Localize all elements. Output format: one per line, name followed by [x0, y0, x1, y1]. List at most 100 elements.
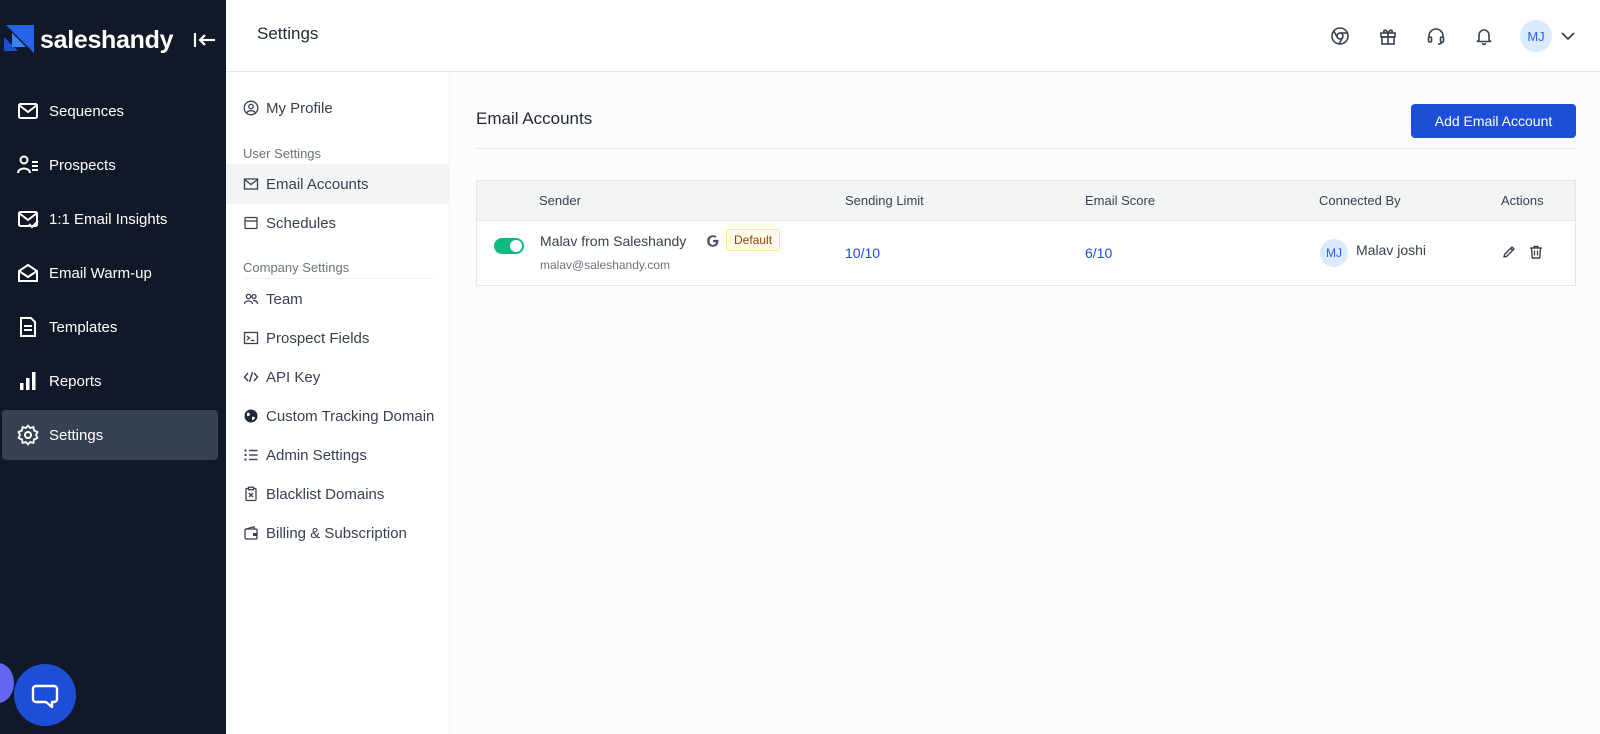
- section-divider: [476, 148, 1576, 149]
- settings-subnav: My Profile User Settings Email Accounts …: [226, 72, 450, 734]
- subnav-schedules[interactable]: Schedules: [226, 203, 450, 243]
- collapse-sidebar-button[interactable]: [192, 28, 218, 52]
- notifications-button[interactable]: [1466, 18, 1502, 54]
- sender-email: malav@saleshandy.com: [540, 258, 671, 272]
- column-header-sender: Sender: [539, 193, 581, 208]
- subnav-label-api-key: API Key: [266, 368, 321, 386]
- team-icon: [243, 293, 259, 305]
- open-envelope-icon: [18, 263, 38, 282]
- nav-label-settings: Settings: [49, 426, 104, 444]
- user-circle-icon: [243, 100, 259, 116]
- gear-icon: [17, 424, 39, 446]
- subnav-billing-subscription[interactable]: Billing & Subscription: [226, 513, 450, 553]
- chrome-extension-button[interactable]: [1322, 18, 1358, 54]
- nav-item-reports[interactable]: Reports: [2, 356, 218, 406]
- subnav-admin-settings[interactable]: Admin Settings: [226, 435, 450, 475]
- subnav-label-custom-tracking-domain: Custom Tracking Domain: [266, 407, 435, 425]
- email-score-value[interactable]: 6/10: [1085, 245, 1112, 261]
- main-sidebar: saleshandy Sequences Prospects 1:1 Email…: [0, 0, 226, 734]
- nav-item-email-warmup[interactable]: Email Warm-up: [2, 248, 218, 298]
- header-actions: MJ: [1310, 18, 1578, 54]
- nav-label-templates: Templates: [49, 318, 118, 336]
- gift-button[interactable]: [1370, 18, 1406, 54]
- subnav-my-profile[interactable]: My Profile: [226, 88, 450, 128]
- subnav-email-accounts[interactable]: Email Accounts: [226, 164, 450, 204]
- account-active-toggle[interactable]: [494, 238, 524, 254]
- nav-label-email-insights: 1:1 Email Insights: [49, 210, 168, 228]
- calendar-icon: [244, 216, 258, 230]
- nav-label-reports: Reports: [49, 372, 102, 390]
- top-header: Settings MJ: [226, 0, 1600, 72]
- bar-chart-icon: [20, 372, 36, 390]
- table-row: Malav from Saleshandy Default malav@sale…: [477, 221, 1575, 285]
- subnav-label-my-profile: My Profile: [266, 99, 333, 117]
- help-chat-button[interactable]: [14, 664, 76, 726]
- mail-icon: [18, 103, 38, 119]
- edit-account-button[interactable]: [1500, 243, 1518, 261]
- nav-item-settings[interactable]: Settings: [2, 410, 218, 460]
- saleshandy-logo-icon: [4, 25, 34, 53]
- subnav-prospect-fields[interactable]: Prospect Fields: [226, 318, 450, 358]
- gift-icon: [1380, 29, 1396, 45]
- user-menu-toggle[interactable]: [1558, 26, 1578, 46]
- subnav-api-key[interactable]: API Key: [226, 357, 450, 397]
- chrome-icon: [1331, 27, 1349, 45]
- trash-icon: [1530, 245, 1542, 259]
- nav-item-email-insights[interactable]: 1:1 Email Insights: [2, 194, 218, 244]
- subnav-label-admin-settings: Admin Settings: [266, 446, 367, 464]
- subnav-blacklist-domains[interactable]: Blacklist Domains: [226, 474, 450, 514]
- chat-bubble-icon: [31, 684, 59, 709]
- subnav-label-team: Team: [266, 290, 303, 308]
- sending-limit-value[interactable]: 10/10: [845, 245, 880, 261]
- support-button[interactable]: [1418, 18, 1454, 54]
- subnav-label-blacklist-domains: Blacklist Domains: [266, 485, 385, 503]
- code-icon: [243, 371, 259, 383]
- subnav-team[interactable]: Team: [226, 279, 450, 319]
- user-settings-heading: User Settings: [243, 146, 322, 161]
- subnav-custom-tracking-domain[interactable]: Custom Tracking Domain: [226, 396, 450, 436]
- nav-label-prospects: Prospects: [49, 156, 116, 174]
- column-header-sending-limit: Sending Limit: [845, 193, 924, 208]
- wallet-icon: [244, 525, 258, 540]
- subnav-label-schedules: Schedules: [266, 214, 337, 232]
- list-icon: [244, 449, 258, 461]
- nav-item-templates[interactable]: Templates: [2, 302, 218, 352]
- feedback-tab-button[interactable]: [0, 663, 14, 703]
- subnav-label-prospect-fields: Prospect Fields: [266, 329, 370, 347]
- toggle-knob: [510, 240, 522, 252]
- pencil-icon: [1503, 246, 1515, 258]
- email-accounts-table: Sender Sending Limit Email Score Connect…: [476, 180, 1576, 286]
- subnav-label-billing-subscription: Billing & Subscription: [266, 524, 407, 542]
- headset-icon: [1427, 28, 1445, 45]
- bell-icon: [1476, 29, 1492, 46]
- mail-icon: [243, 178, 259, 190]
- column-header-actions: Actions: [1501, 193, 1544, 208]
- section-title: Email Accounts: [476, 109, 593, 128]
- google-icon: [707, 235, 719, 247]
- user-avatar[interactable]: MJ: [1520, 20, 1552, 52]
- connected-by-avatar: MJ: [1320, 239, 1348, 267]
- sender-name: Malav from Saleshandy: [540, 233, 687, 249]
- chevron-down-icon: [1561, 32, 1575, 41]
- subnav-label-email-accounts: Email Accounts: [266, 175, 369, 193]
- add-email-account-button[interactable]: Add Email Account: [1411, 104, 1576, 138]
- globe-icon: [244, 409, 258, 423]
- nav-label-sequences: Sequences: [49, 102, 125, 120]
- delete-account-button[interactable]: [1527, 243, 1545, 261]
- main-content: Email Accounts Add Email Account Sender …: [451, 72, 1600, 734]
- nav-item-prospects[interactable]: Prospects: [2, 140, 218, 190]
- company-settings-heading: Company Settings: [243, 260, 350, 275]
- collapse-left-icon: [193, 33, 215, 47]
- table-header: Sender Sending Limit Email Score Connect…: [477, 181, 1575, 221]
- nav-item-sequences[interactable]: Sequences: [2, 86, 218, 136]
- column-header-email-score: Email Score: [1085, 193, 1156, 208]
- page-title: Settings: [257, 24, 319, 43]
- default-badge: Default: [726, 229, 781, 251]
- brand-name: saleshandy: [40, 25, 174, 54]
- brand-logo[interactable]: saleshandy: [4, 22, 173, 58]
- column-header-connected-by: Connected By: [1319, 193, 1401, 208]
- email-insights-icon: [18, 211, 39, 229]
- nav-label-email-warmup: Email Warm-up: [49, 264, 152, 282]
- main-nav: Sequences Prospects 1:1 Email Insights E…: [0, 86, 226, 464]
- terminal-icon: [243, 331, 259, 345]
